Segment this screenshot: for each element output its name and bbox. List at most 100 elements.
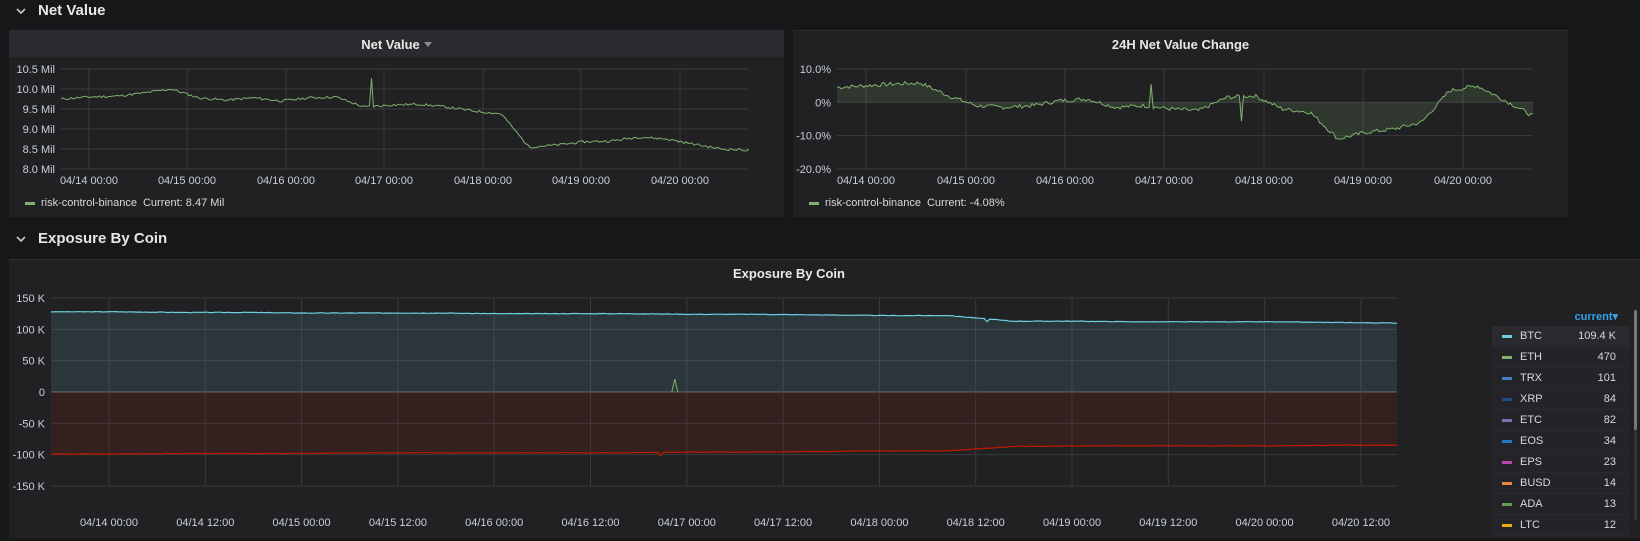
x-tick-label: 04/18 00:00 xyxy=(1235,175,1293,187)
x-tick-label: 04/18 00:00 xyxy=(454,175,512,187)
coin-legend: current▾ BTC 109.4 K ETH 470 TRX 101 XRP 84 ETC 8… xyxy=(1492,310,1630,536)
x-tick-label: 04/20 00:00 xyxy=(1236,517,1294,529)
legend-swatch xyxy=(1502,397,1512,401)
net-value-panel: Net Value 10.5 Mil 10.0 Mil 9.5 Mil 9.0 Mil… xyxy=(9,30,784,217)
series-area-btc xyxy=(51,311,1397,392)
legend-coin-name: EOS xyxy=(1520,435,1544,447)
legend-row-btc[interactable]: BTC 109.4 K xyxy=(1492,326,1630,347)
y-tick-label: 100 K xyxy=(16,324,45,336)
panel-title-net-value[interactable]: Net Value xyxy=(9,31,784,57)
legend-row-ada[interactable]: ADA 13 xyxy=(1492,494,1630,515)
legend-coin-value: 84 xyxy=(1603,393,1616,405)
y-tick-label: 10.0 Mil xyxy=(16,84,55,96)
legend-coin-value: 13 xyxy=(1603,498,1616,510)
row-title-label: Exposure By Coin xyxy=(38,230,168,247)
net-value-legend[interactable]: risk-control-binance Current: 8.47 Mil xyxy=(25,197,224,209)
x-tick-label: 04/20 00:00 xyxy=(651,175,709,187)
legend-coin-name: ETH xyxy=(1520,351,1542,363)
sort-desc-icon: ▾ xyxy=(1612,311,1618,323)
x-tick-label: 04/15 00:00 xyxy=(937,175,995,187)
exposure-chart: 150 K 100 K 50 K 0 -50 K -100 K -150 K 04/14 00… xyxy=(13,293,1398,529)
y-tick-label: 50 K xyxy=(22,356,45,368)
legend-series-name: risk-control-binance xyxy=(825,197,921,209)
x-tick-label: 04/14 00:00 xyxy=(837,175,895,187)
legend-coin-value: 101 xyxy=(1597,372,1616,384)
y-tick-label: 0% xyxy=(815,97,831,109)
legend-swatch xyxy=(1502,502,1512,506)
legend-coin-name: TRX xyxy=(1520,372,1542,384)
x-tick-label: 04/20 12:00 xyxy=(1332,517,1390,529)
legend-row-eps[interactable]: EPS 23 xyxy=(1492,452,1630,473)
net-value-chart: 10.5 Mil 10.0 Mil 9.5 Mil 9.0 Mil 8.5 Mil 8.0… xyxy=(16,64,750,187)
legend-coin-value: 23 xyxy=(1603,456,1616,468)
legend-row-ltc[interactable]: LTC 12 xyxy=(1492,515,1630,536)
series-area-short xyxy=(51,392,1397,457)
series-area-risk-control-binance xyxy=(837,81,1533,140)
legend-row-trx[interactable]: TRX 101 xyxy=(1492,368,1630,389)
legend-coin-value: 470 xyxy=(1597,351,1616,363)
x-tick-label: 04/20 00:00 xyxy=(1434,175,1492,187)
x-tick-label: 04/19 00:00 xyxy=(552,175,610,187)
panel-title-net-change[interactable]: 24H Net Value Change xyxy=(793,31,1568,57)
x-tick-label: 04/15 12:00 xyxy=(369,517,427,529)
x-tick-label: 04/19 00:00 xyxy=(1334,175,1392,187)
legend-swatch xyxy=(1502,376,1512,380)
legend-swatch xyxy=(1502,481,1512,485)
legend-swatch xyxy=(1502,418,1512,422)
net-change-legend[interactable]: risk-control-binance Current: -4.08% xyxy=(809,197,1005,209)
panel-title-label: 24H Net Value Change xyxy=(1111,36,1250,52)
dropdown-caret-icon[interactable] xyxy=(423,41,432,47)
y-tick-label: -10.0% xyxy=(796,131,831,143)
y-tick-label: -20.0% xyxy=(796,164,831,176)
legend-coin-value: 14 xyxy=(1603,477,1616,489)
legend-row-eth[interactable]: ETH 470 xyxy=(1492,347,1630,368)
row-title-label: Net Value xyxy=(38,2,106,19)
legend-coin-name: ETC xyxy=(1520,414,1542,426)
x-tick-label: 04/17 00:00 xyxy=(355,175,413,187)
legend-coin-value: 82 xyxy=(1603,414,1616,426)
legend-row-etc[interactable]: ETC 82 xyxy=(1492,410,1630,431)
y-tick-label: 0 xyxy=(39,387,45,399)
x-tick-label: 04/16 00:00 xyxy=(465,517,523,529)
x-tick-label: 04/15 00:00 xyxy=(158,175,216,187)
x-tick-label: 04/17 00:00 xyxy=(1135,175,1193,187)
row-title-net-value[interactable]: Net Value xyxy=(14,2,106,19)
legend-row-eos[interactable]: EOS 34 xyxy=(1492,431,1630,452)
x-tick-label: 04/18 00:00 xyxy=(850,517,908,529)
y-tick-label: 9.0 Mil xyxy=(23,124,55,136)
legend-scroll-thumb[interactable] xyxy=(1634,310,1637,430)
legend-coin-value: 34 xyxy=(1603,435,1616,447)
x-tick-label: 04/19 00:00 xyxy=(1043,517,1101,529)
panel-title-label: Net Value xyxy=(361,36,420,52)
y-tick-label: 9.5 Mil xyxy=(23,104,55,116)
net-change-panel: 24H Net Value Change 10.0% 0% -10.0% -20.0%… xyxy=(793,30,1568,217)
legend-coin-name: ADA xyxy=(1520,498,1543,510)
chevron-down-icon xyxy=(16,235,26,242)
row-title-exposure[interactable]: Exposure By Coin xyxy=(14,230,167,247)
legend-swatch xyxy=(25,201,35,205)
x-tick-label: 04/18 12:00 xyxy=(947,517,1005,529)
legend-coin-name: XRP xyxy=(1520,393,1543,405)
legend-swatch xyxy=(809,201,819,205)
legend-series-name: risk-control-binance xyxy=(41,197,137,209)
net-change-chart: 10.0% 0% -10.0% -20.0% 04/14 00:00 04/15 00:0… xyxy=(796,64,1534,187)
x-tick-label: 04/14 00:00 xyxy=(60,175,118,187)
legend-row-xrp[interactable]: XRP 84 xyxy=(1492,389,1630,410)
legend-scrollbar[interactable] xyxy=(1634,310,1637,520)
x-tick-label: 04/19 12:00 xyxy=(1139,517,1197,529)
y-tick-label: -100 K xyxy=(13,450,46,462)
panel-title-exposure[interactable]: Exposure By Coin xyxy=(9,260,1569,286)
x-tick-label: 04/17 00:00 xyxy=(658,517,716,529)
x-tick-label: 04/14 00:00 xyxy=(80,517,138,529)
x-tick-label: 04/15 00:00 xyxy=(273,517,331,529)
y-tick-label: 10.5 Mil xyxy=(16,64,55,76)
panel-title-label: Exposure By Coin xyxy=(733,265,845,281)
legend-row-busd[interactable]: BUSD 14 xyxy=(1492,473,1630,494)
legend-coin-name: BTC xyxy=(1520,330,1542,342)
legend-swatch xyxy=(1502,523,1512,527)
x-tick-label: 04/16 00:00 xyxy=(257,175,315,187)
legend-current-value: Current: 8.47 Mil xyxy=(142,197,225,209)
y-tick-label: 8.5 Mil xyxy=(23,144,55,156)
legend-sort-header[interactable]: current▾ xyxy=(1492,310,1630,326)
legend-coin-name: EPS xyxy=(1520,456,1543,468)
